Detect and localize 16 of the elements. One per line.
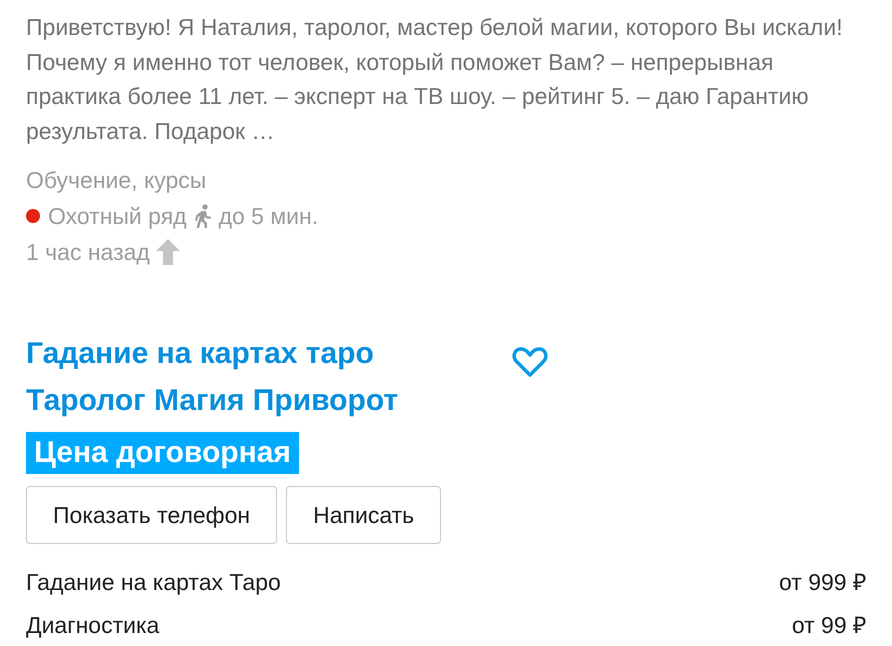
walking-person-icon (192, 204, 213, 228)
service-price: от 999 ₽ (779, 568, 866, 597)
posted-time: 1 час назад (26, 238, 150, 267)
service-name: Гадание на картах Таро (26, 568, 281, 597)
description-text: Приветствую! Я Наталия, таролог, мастер белой магии, которого Вы искали! Почему я именно тот человек, который поможет Вам? – непрерывная практика более 11 лет. – эксперт на ТВ шоу. – рейтинг 5. – даю Гарантию результата. Подарок … (26, 13, 844, 146)
service-name: Диагностика (26, 611, 160, 640)
walk-time: до 5 мин. (218, 202, 318, 231)
category-text: Обучение, курсы (26, 166, 208, 195)
listing-title-link[interactable]: Гадание на картах таро (26, 330, 374, 377)
action-button[interactable]: Показать телефон (26, 486, 278, 544)
action-button[interactable]: Написать (286, 486, 442, 544)
service-price: от 99 ₽ (792, 611, 866, 640)
favorite-heart-icon[interactable] (512, 346, 548, 378)
listing-title-link[interactable]: Таролог Магия Приворот (26, 377, 398, 424)
metro-station: Охотный ряд (48, 202, 187, 231)
price-badge: Цена договорная (26, 432, 299, 474)
